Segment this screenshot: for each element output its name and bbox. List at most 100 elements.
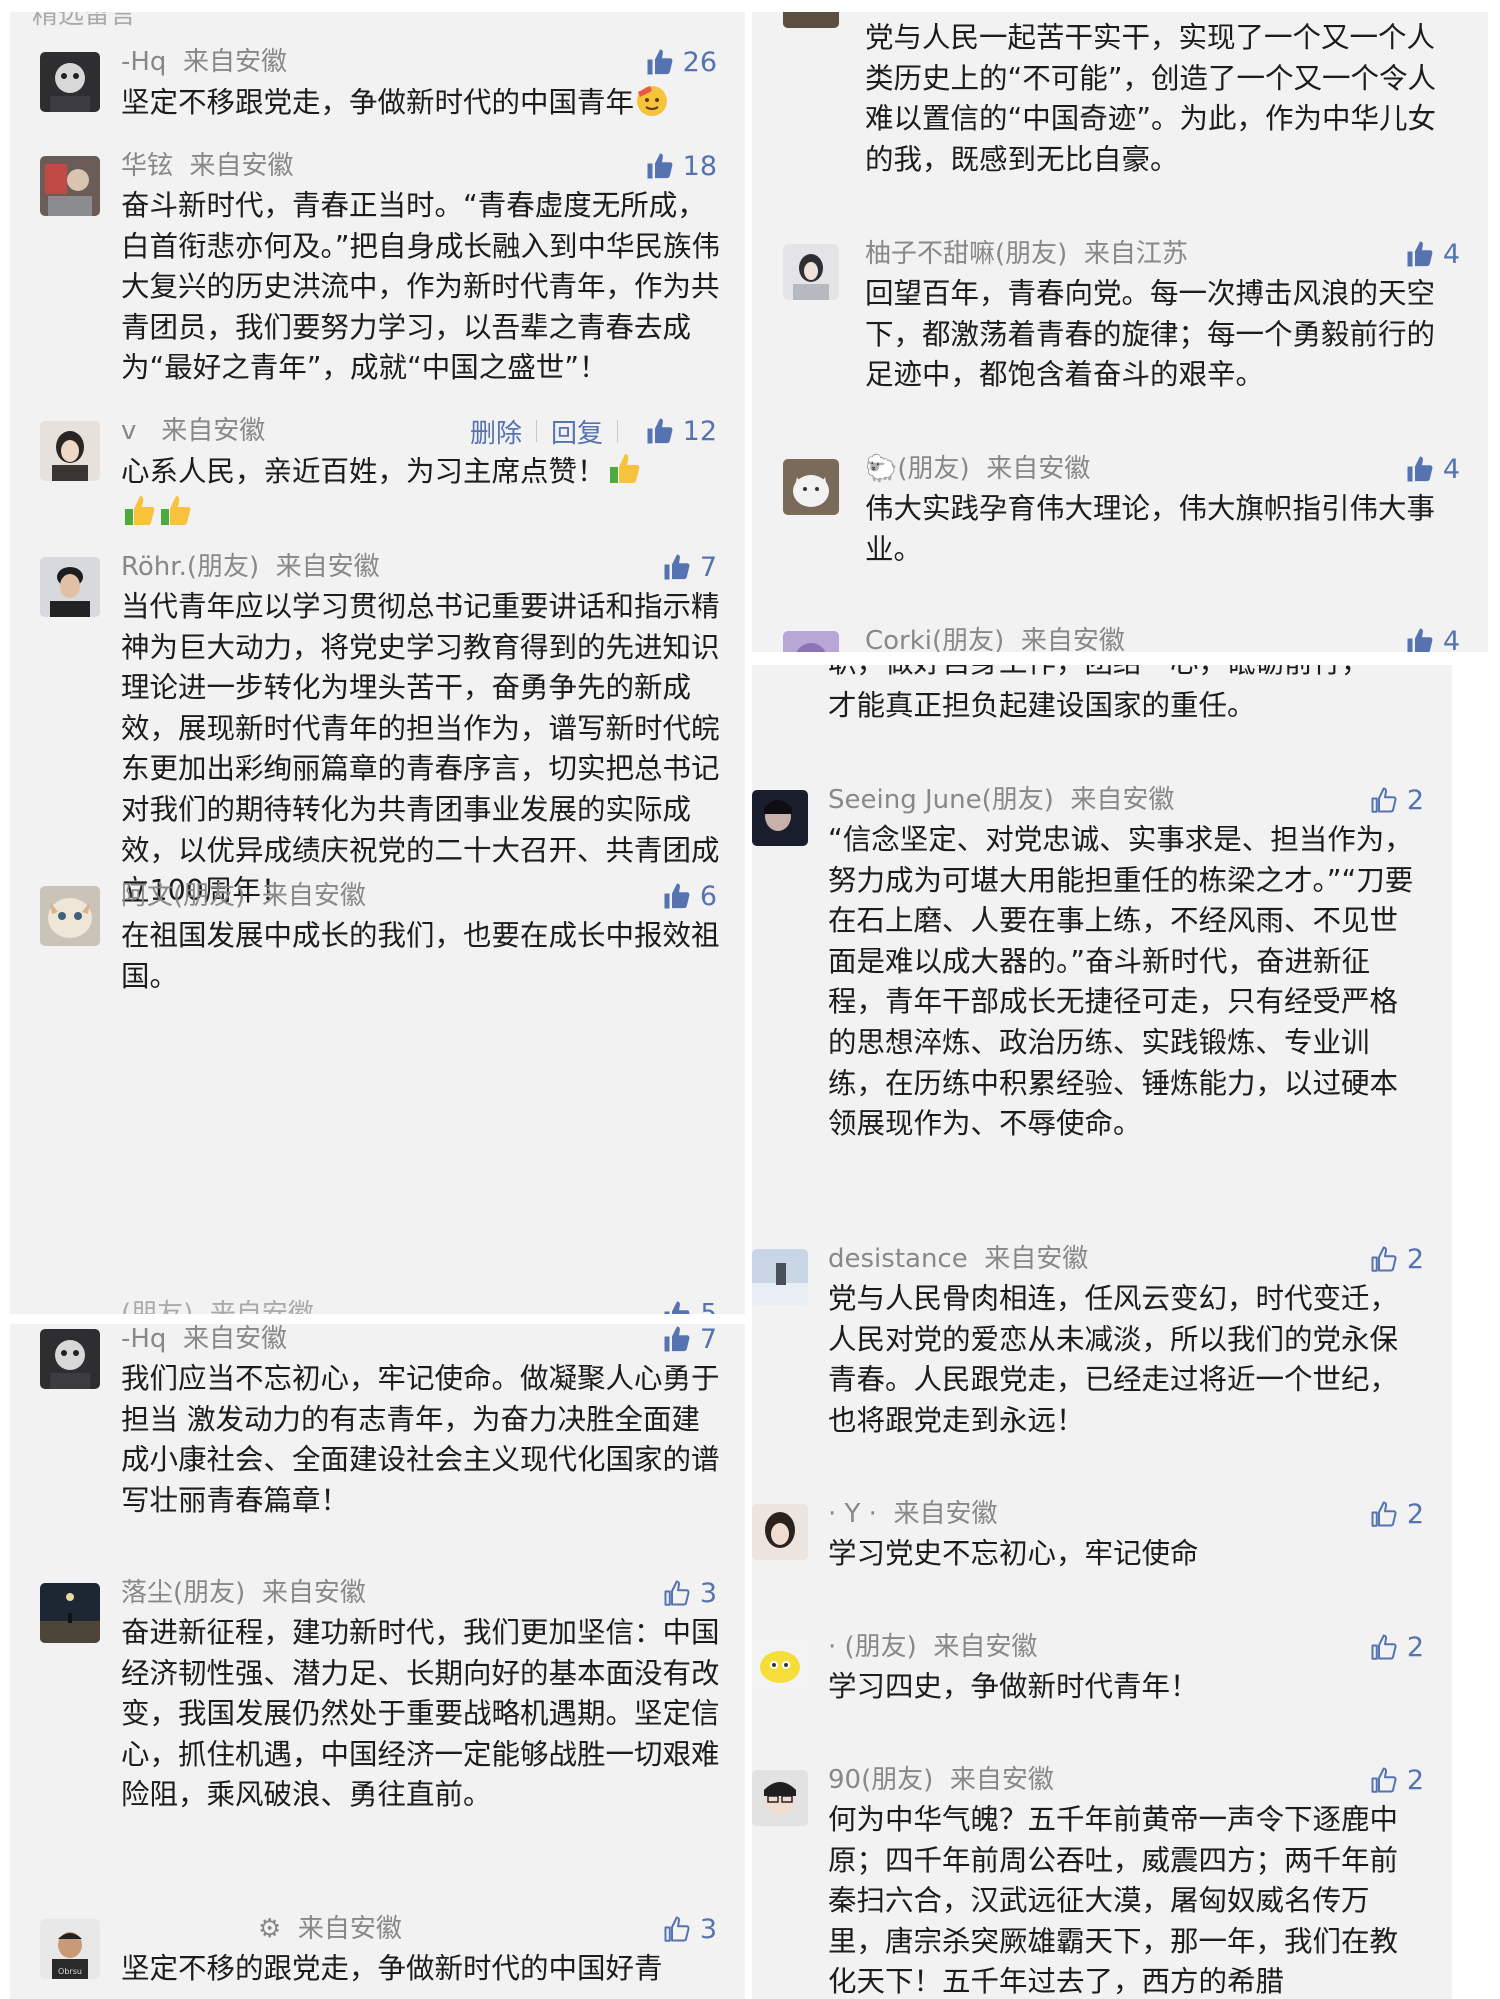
avatar[interactable] [783,12,839,28]
thumbs-up-icon [662,552,692,582]
avatar[interactable] [40,886,100,946]
comment-text: 何为中华气魄？五千年前黄帝一声令下逐鹿中原；四千年前周公吞吐，威震四方；两千年前… [828,1803,1399,1999]
like-button[interactable]: 7 [662,1324,717,1359]
avatar[interactable] [752,1770,808,1826]
comment-text: 党与人民骨肉相连，任风云变幻，时代变迁，人民对党的爱恋从未减淡，所以我们的党永保… [828,1282,1399,1437]
avatar[interactable]: Obrsu [40,1919,100,1979]
like-button[interactable]: 6 [662,876,717,916]
avatar[interactable] [752,1637,808,1693]
comment-item: 🐑(朋友) 来自安徽 4 伟大实践孕育伟大理论，伟大旗帜指引伟大事业。 [752,454,1488,566]
avatar[interactable] [40,1583,100,1643]
comment-text: 我们应当不忘初心，牢记使命。做凝聚人心勇于担当 激发动力的有志青年，为奋力决胜全… [121,1362,720,1517]
like-count: 7 [699,551,717,583]
like-count: 12 [682,415,717,447]
comment-text: 在祖国发展中成长的我们，也要在成长中报效祖国。 [121,919,720,993]
commenter-name[interactable]: desistance [828,1244,968,1274]
commenter-name[interactable]: v [121,416,136,446]
comment-text: 奋进新征程，建功新时代，我们更加坚信：中国经济韧性强、潜力足、长期向好的基本面没… [121,1616,720,1812]
comment-text-cut: 职，做好自身工作，团结一心，砥砺前行， [828,665,1370,684]
comment-location: 来自安徽 [984,1244,1089,1274]
commenter-name[interactable]: 阿文(朋友) [121,881,245,911]
comment-location: 来自安徽 [182,47,287,77]
comment-text: 当代青年应以学习贯彻总书记重要讲话和指示精神为巨大动力，将党史学习教育得到的先进… [121,590,720,908]
thumbs-up-icon [1369,785,1399,815]
avatar[interactable] [40,1329,100,1389]
svg-text:Obrsu: Obrsu [58,1967,82,1976]
thumbs-up-icon [662,881,692,911]
comment-text: 伟大实践孕育伟大理论，伟大旗帜指引伟大事业。 [865,492,1436,566]
like-button[interactable]: 12 [645,411,717,451]
like-button[interactable]: 4 [1405,449,1460,489]
comment-item: · (朋友) 来自安徽 2 学习四史，争做新时代青年！ [752,1632,1452,1703]
avatar[interactable] [752,1249,808,1305]
like-button[interactable]: 2 [1369,780,1424,820]
like-button[interactable]: 4 [1405,621,1460,652]
comment-text-content: 心系人民，亲近百姓，为习主席点赞！ [121,455,606,488]
comment-location: 来自安徽 [986,454,1091,484]
like-button[interactable]: 4 [1405,234,1460,274]
thumbs-up-icon [662,1914,692,1944]
commenter-name[interactable]: Seeing June(朋友) [828,785,1054,815]
like-count: 5 [700,1299,717,1314]
avatar[interactable] [783,244,839,300]
like-button[interactable]: 5 [662,1299,717,1314]
avatar[interactable] [783,631,839,652]
like-button[interactable]: 3 [662,1573,717,1613]
thumbs-up-icon [1405,626,1435,652]
avatar[interactable] [40,557,100,617]
commenter-name[interactable]: -Hq [121,1324,166,1354]
thumbs-up-emoji-icon [161,495,191,525]
like-button[interactable]: 26 [645,42,717,82]
avatar[interactable] [752,1504,808,1560]
like-button[interactable]: 2 [1369,1494,1424,1534]
comment-location: 来自安徽 [182,1324,287,1354]
commenter-name[interactable]: · (朋友) [828,1632,917,1662]
avatar[interactable] [752,790,808,846]
thumbs-up-icon [1369,1499,1399,1529]
like-count: 2 [1406,784,1424,816]
like-button[interactable]: 7 [662,547,717,587]
reply-button[interactable]: 回复 [551,413,603,450]
like-count: 26 [682,46,717,78]
like-button[interactable]: 3 [662,1909,717,1949]
like-count: 3 [699,1577,717,1609]
name-symbol-icon: ⚙ [258,1914,282,1944]
like-count: 4 [1442,238,1460,270]
avatar[interactable] [40,421,100,481]
thumbs-up-icon [1369,1632,1399,1662]
like-count: 4 [1442,625,1460,653]
commenter-name[interactable]: (朋友) [121,1299,193,1314]
avatar[interactable] [40,52,100,112]
thumbs-up-emoji-icon [609,454,639,483]
commenter-name[interactable]: Corki(朋友) [865,626,1004,652]
commenter-name[interactable]: 华铉 [121,151,173,181]
comment-item: v 来自安徽 删除 回复 12 心系人民，亲近百姓，为习主席点赞！ [10,416,745,525]
avatar[interactable] [40,156,100,216]
thumbs-up-icon [662,1324,692,1354]
commenter-name[interactable]: 柚子不甜嘛(朋友) [865,239,1067,269]
thumbs-up-emoji-icon [125,495,155,525]
thumbs-up-icon [645,151,675,181]
commenter-name[interactable]: · Y · [828,1499,877,1529]
commenter-name[interactable]: (朋友) [897,454,969,484]
delete-button[interactable]: 删除 [470,413,522,450]
avatar[interactable] [783,459,839,515]
thumbs-up-icon [1369,1765,1399,1795]
commenter-name[interactable]: 90(朋友) [828,1765,933,1795]
comment-item: Seeing June(朋友) 来自安徽 2 “信念坚定、对党忠诚、实事求是、担… [752,785,1452,1140]
like-button[interactable]: 18 [645,146,717,186]
commenter-name[interactable]: 落尘(朋友) [121,1578,245,1608]
like-count: 18 [682,150,717,182]
comment-item: desistance 来自安徽 2 党与人民骨肉相连，任风云变幻，时代变迁，人民… [752,1244,1452,1437]
like-button[interactable]: 2 [1369,1627,1424,1667]
commenter-name[interactable]: Röhr.(朋友) [121,552,259,582]
like-count: 2 [1406,1764,1424,1796]
comment-location: 来自安徽 [275,552,380,582]
comment-item: 阿文(朋友) 来自安徽 6 在祖国发展中成长的我们，也要在成长中报效祖国。 [10,881,745,993]
like-button[interactable]: 2 [1369,1239,1424,1279]
comments-panel-bottom-left: -Hq 来自安徽 7 我们应当不忘初心，牢记使命。做凝聚人心勇于担当 激发动力的… [10,1324,745,1999]
comment-location: 来自安徽 [1020,626,1125,652]
commenter-name[interactable]: -Hq [121,47,166,77]
thumbs-up-icon [1405,239,1435,269]
like-button[interactable]: 2 [1369,1760,1424,1800]
